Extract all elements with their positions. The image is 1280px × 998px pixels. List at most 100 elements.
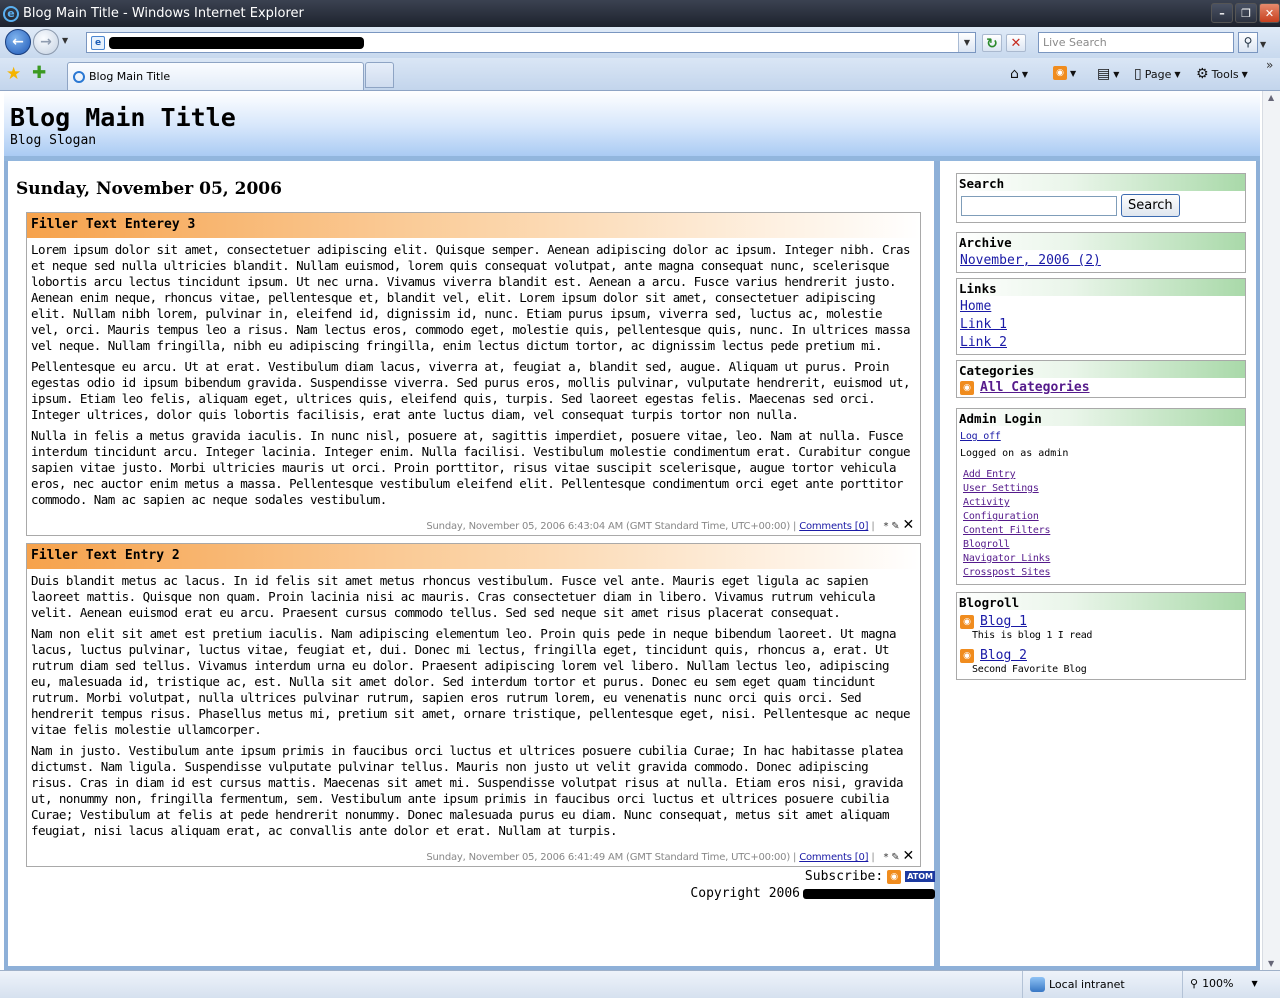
live-search-input[interactable]: Live Search [1038,32,1234,53]
security-zone[interactable]: Local intranet [1030,977,1125,992]
search-heading: Search [957,174,1245,191]
tab-label: Blog Main Title [89,70,171,83]
comments-link[interactable]: Comments [0] [799,852,868,863]
page-menu-label: Page [1144,67,1172,81]
page-viewport: Blog Main Title Blog Slogan Sunday, Nove… [0,91,1262,970]
blogroll-box: Blogroll ◉ Blog 1 This is blog 1 I read … [956,592,1246,680]
subscribe-label: Subscribe: [804,869,884,884]
admin-login-box: Admin Login Log off Logged on as admin A… [956,408,1246,585]
vertical-scrollbar[interactable]: ▲ ▼ [1262,91,1280,970]
recent-pages-dropdown-icon[interactable]: ▼ [62,36,68,45]
archive-link[interactable]: November, 2006 (2) [960,253,1101,268]
admin-activity-link[interactable]: Activity [963,497,1010,508]
rss-feed-icon: ◉ [1053,66,1067,80]
close-button[interactable]: ✕ [1259,3,1280,23]
blogroll-link[interactable]: Blog 2 [980,648,1027,664]
tab-toolbar: ★ ✚ Blog Main Title ⌂ ▼ ◉ ▼ ▤ ▼ ▯ Page ▼ ⚙ Too… [0,58,1280,91]
column-divider [934,161,940,970]
search-go-button[interactable]: ⚲ [1238,32,1258,53]
maximize-button[interactable]: ❐ [1235,3,1257,23]
post-footer: Sunday, November 05, 2006 6:41:49 AM (GM… [426,848,914,864]
admin-content-filters-link[interactable]: Content Filters [963,525,1051,536]
home-button[interactable]: ⌂ ▼ [1010,66,1028,82]
atom-subscribe-button[interactable]: ATOM [905,871,935,882]
links-heading: Links [957,279,1245,296]
address-field[interactable]: e ▼ [86,32,976,53]
post-paragraph: Nam non elit sit amet est pretium iaculi… [31,626,910,737]
address-toolbar: ← → ▼ e ▼ ↻ ✕ Live Search ⚲ ▼ [0,27,1280,58]
rss-subscribe-icon[interactable]: ◉ [887,869,902,884]
admin-user-settings-link[interactable]: User Settings [963,483,1039,494]
print-button[interactable]: ▤ ▼ [1097,66,1119,82]
day-heading: Sunday, November 05, 2006 [16,179,282,199]
redacted-url [109,36,364,49]
add-favorite-icon[interactable]: ✚ [32,63,46,83]
delete-icon[interactable]: ✕ [902,517,914,533]
link-home[interactable]: Home [960,299,991,314]
search-box: Search Search [956,173,1246,223]
post-title: Filler Text Enterey 3 [27,213,920,238]
stop-button[interactable]: ✕ [1006,34,1026,52]
blogroll-description: Second Favorite Blog [972,664,1087,675]
minimize-button[interactable]: – [1211,3,1233,23]
permalink-icon[interactable]: * [883,521,888,532]
archive-box: Archive November, 2006 (2) [956,232,1246,273]
scroll-down-icon[interactable]: ▼ [1268,959,1274,968]
all-categories-link[interactable]: All Categories [980,380,1090,395]
favorites-star-icon[interactable]: ★ [6,64,21,84]
post-title: Filler Text Entry 2 [27,544,920,569]
blogroll-rss-icon[interactable]: ◉ [960,615,974,629]
scroll-up-icon[interactable]: ▲ [1268,93,1274,102]
redacted-owner [803,888,935,899]
forward-button[interactable]: → [33,29,59,55]
link-2[interactable]: Link 2 [960,335,1007,350]
blog-post: Filler Text Entry 2 Duis blandit metus a… [26,543,921,867]
tools-menu-button[interactable]: ⚙ Tools ▼ [1196,66,1248,82]
page-menu-icon: ▯ [1134,66,1142,82]
edit-pencil-icon[interactable]: ✎ [891,852,899,863]
page-menu-button[interactable]: ▯ Page ▼ [1134,66,1181,82]
delete-icon[interactable]: ✕ [902,848,914,864]
blogroll-link[interactable]: Blog 1 [980,614,1027,630]
link-1[interactable]: Link 1 [960,317,1007,332]
categories-heading: Categories [957,361,1245,378]
window-titlebar: e Blog Main Title - Windows Internet Exp… [0,0,1280,27]
permalink-icon[interactable]: * [883,852,888,863]
feeds-button[interactable]: ◉ ▼ [1053,66,1076,80]
admin-configuration-link[interactable]: Configuration [963,511,1039,522]
zoom-control[interactable]: ⚲ 100% ▼ [1190,977,1258,990]
edit-pencil-icon[interactable]: ✎ [891,521,899,532]
toolbar-overflow-chevron-icon[interactable]: » [1266,58,1273,72]
admin-navigator-links-link[interactable]: Navigator Links [963,553,1051,564]
admin-crosspost-sites-link[interactable]: Crosspost Sites [963,567,1051,578]
post-paragraph: Duis blandit metus ac lacus. In id felis… [31,573,876,620]
comments-link[interactable]: Comments [0] [799,521,868,532]
refresh-button[interactable]: ↻ [982,34,1002,52]
blogroll-description: This is blog 1 I read [972,630,1093,641]
zoom-level: 100% [1202,977,1234,990]
categories-box: Categories ◉ All Categories [956,360,1246,398]
back-button[interactable]: ← [5,29,31,55]
home-icon: ⌂ [1010,66,1019,82]
page-icon: e [91,35,105,50]
copyright: Copyright 2006 [640,886,935,901]
copyright-text: Copyright 2006 [690,886,800,901]
zone-label: Local intranet [1049,978,1125,991]
admin-add-entry-link[interactable]: Add Entry [963,469,1016,480]
blog-search-input[interactable] [961,196,1117,216]
blog-search-button[interactable]: Search [1121,194,1180,217]
zoom-dropdown-icon[interactable]: ▼ [1252,979,1258,988]
new-tab-button[interactable] [365,62,394,88]
admin-blogroll-link[interactable]: Blogroll [963,539,1010,550]
category-rss-icon[interactable]: ◉ [960,380,974,395]
address-dropdown-icon[interactable]: ▼ [958,33,975,52]
blogroll-rss-icon[interactable]: ◉ [960,649,974,663]
post-timestamp: Sunday, November 05, 2006 6:41:49 AM (GM… [426,852,791,863]
blog-header: Blog Main Title Blog Slogan [4,91,1260,161]
logoff-link[interactable]: Log off [960,431,1001,442]
search-options-dropdown-icon[interactable]: ▼ [1260,40,1266,49]
blog-title: Blog Main Title [10,103,236,132]
blogroll-heading: Blogroll [957,593,1245,610]
tab-blog-main-title[interactable]: Blog Main Title [67,62,364,90]
intranet-zone-icon [1030,977,1045,992]
